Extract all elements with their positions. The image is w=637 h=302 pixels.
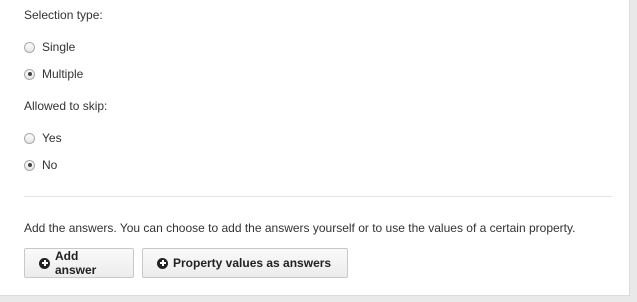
- radio-no[interactable]: No: [24, 158, 57, 172]
- radio-multiple-indicator[interactable]: [24, 68, 35, 80]
- property-values-button[interactable]: Property values as answers: [142, 248, 348, 278]
- radio-no-indicator[interactable]: [24, 159, 35, 171]
- radio-multiple-label: Multiple: [42, 67, 84, 81]
- radio-no-label: No: [42, 158, 58, 172]
- radio-yes-label: Yes: [42, 131, 62, 145]
- radio-multiple[interactable]: Multiple: [24, 67, 83, 81]
- section-divider: [24, 196, 612, 197]
- radio-yes[interactable]: Yes: [24, 131, 62, 145]
- allowed-to-skip-label: Allowed to skip:: [24, 99, 108, 113]
- selection-type-label: Selection type:: [24, 8, 103, 22]
- add-answer-button[interactable]: Add answer: [24, 248, 134, 278]
- radio-single[interactable]: Single: [24, 40, 75, 54]
- radio-single-indicator[interactable]: [24, 41, 35, 53]
- plus-circle-icon: [157, 257, 168, 269]
- question-settings-panel: Selection type: Single Multiple Allowed …: [0, 0, 630, 296]
- radio-single-label: Single: [42, 40, 76, 54]
- radio-yes-indicator[interactable]: [24, 132, 35, 144]
- answers-description: Add the answers. You can choose to add t…: [24, 221, 576, 235]
- add-answer-button-label: Add answer: [55, 249, 97, 277]
- plus-circle-icon: [39, 257, 50, 269]
- property-values-button-label: Property values as answers: [173, 256, 332, 270]
